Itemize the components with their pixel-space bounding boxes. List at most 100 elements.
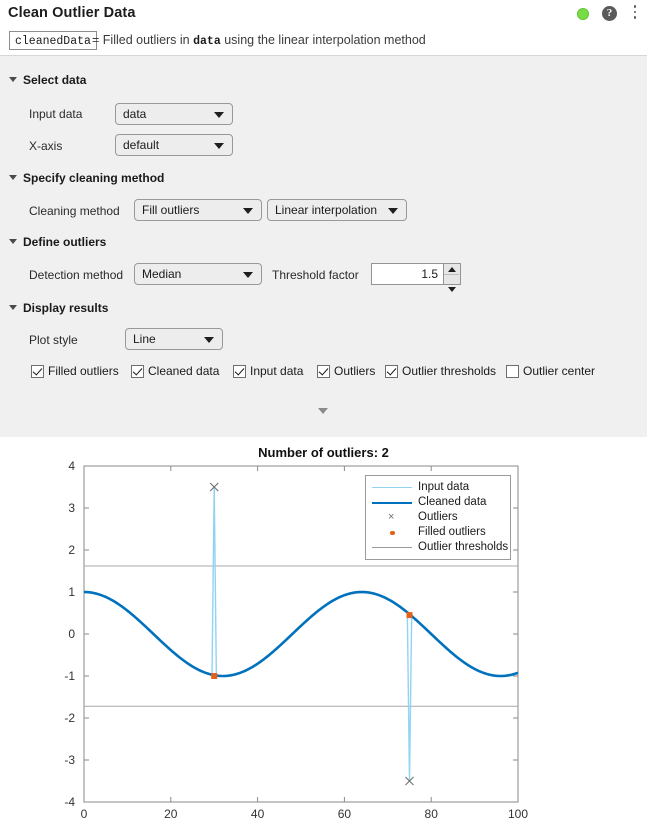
legend-symbol-line-icon [370, 495, 414, 510]
checkbox-label: Filled outliers [48, 364, 119, 378]
output-variable-field[interactable]: cleanedData [9, 31, 97, 50]
legend-label: Outliers [418, 511, 458, 523]
threshold-factor-label: Threshold factor [272, 268, 359, 282]
legend-symbol-line-icon [370, 480, 414, 495]
checkbox-box[interactable] [131, 365, 144, 378]
x-tick-label: 100 [508, 807, 528, 821]
x-axis-label: X-axis [29, 139, 63, 153]
x-tick-label: 20 [164, 807, 178, 821]
input-data-label: Input data [29, 107, 83, 121]
detection-method-label: Detection method [29, 268, 124, 282]
cleaned-data-line [83, 590, 519, 678]
legend-item: Outlier thresholds [366, 540, 510, 555]
y-tick-label: -4 [64, 795, 75, 809]
legend-symbol-x-marker-icon: × [388, 511, 395, 523]
status-indicator-icon [577, 8, 589, 20]
plot-style-dropdown[interactable]: Line [125, 328, 223, 350]
checkbox-box[interactable] [506, 365, 519, 378]
checkbox-label: Outliers [334, 364, 376, 378]
x-tick-label: 0 [81, 807, 88, 821]
chevron-down-icon [388, 208, 398, 214]
x-axis-value: default [123, 138, 160, 152]
checkbox-box[interactable] [233, 365, 246, 378]
legend-label: Filled outliers [418, 526, 486, 538]
filled-outlier-marker [406, 612, 413, 619]
section-header-select-data[interactable]: Select data [9, 73, 86, 87]
plot-style-label: Plot style [29, 333, 78, 347]
output-figure: Number of outliers: 2 0 20 40 60 80 100 -4 -3 -2… [0, 437, 647, 831]
checkbox-label: Cleaned data [148, 364, 220, 378]
checkbox-label: Outlier center [523, 364, 596, 378]
section-label-cleaning-method: Specify cleaning method [23, 171, 165, 185]
summary-text: = Filled outliers in data using the line… [92, 33, 426, 48]
section-label-display-results: Display results [23, 301, 109, 315]
y-tick-label: 1 [68, 585, 75, 599]
threshold-factor-input[interactable]: 1.5 [371, 263, 444, 285]
legend-item: Input data [366, 480, 510, 495]
y-tick-label: -1 [64, 669, 75, 683]
x-tick-label: 60 [338, 807, 352, 821]
detection-method-dropdown[interactable]: Median [134, 263, 262, 285]
panel-collapse-chevron-down-icon[interactable] [318, 408, 328, 414]
chart-legend: Input data Cleaned data × Outliers Filled ou… [365, 475, 511, 560]
chevron-down-icon [9, 175, 17, 181]
fill-method-dropdown[interactable]: Linear interpolation [267, 199, 407, 221]
x-tick-label: 80 [425, 807, 439, 821]
checkbox-box[interactable] [31, 365, 44, 378]
x-axis-dropdown[interactable]: default [115, 134, 233, 156]
stepper-down-icon[interactable] [448, 287, 456, 292]
input-data-value: data [123, 107, 147, 121]
clean-outlier-data-task-panel: Clean Outlier Data ? cleanedData = Fille… [0, 0, 647, 437]
section-header-cleaning-method[interactable]: Specify cleaning method [9, 171, 164, 185]
legend-label: Outlier thresholds [418, 541, 509, 553]
checkbox-label: Input data [250, 364, 304, 378]
detection-method-value: Median [142, 267, 182, 281]
summary-inline-code: data [193, 35, 221, 48]
section-label-select-data: Select data [23, 73, 87, 87]
outlier-plot: 0 20 40 60 80 100 -4 -3 -2 -1 0 1 2 3 4 [64, 459, 528, 821]
fill-method-value: Linear interpolation [275, 203, 378, 217]
cleaning-method-label: Cleaning method [29, 204, 120, 218]
help-icon[interactable]: ? [602, 6, 617, 21]
page-title: Clean Outlier Data [8, 5, 136, 21]
chevron-down-icon [9, 305, 17, 311]
y-tick-label: 2 [68, 543, 75, 557]
chevron-down-icon [204, 337, 214, 343]
y-tick-label: -3 [64, 753, 75, 767]
summary-text-after: using the linear interpolation method [224, 33, 426, 47]
chevron-down-icon [214, 112, 224, 118]
summary-text-before: Filled outliers in [102, 33, 190, 47]
input-data-dropdown[interactable]: data [115, 103, 233, 125]
kebab-menu-icon[interactable] [633, 5, 637, 22]
legend-item: × Outliers [366, 510, 510, 525]
task-summary-row: cleanedData = Filled outliers in data us… [0, 27, 647, 56]
legend-symbol-dot-icon [370, 525, 414, 540]
legend-item: Cleaned data [366, 495, 510, 510]
checkbox-box[interactable] [385, 365, 398, 378]
legend-symbol-line-icon [370, 540, 414, 555]
chevron-down-icon [243, 208, 253, 214]
plot-style-value: Line [133, 332, 156, 346]
x-tick-label: 40 [251, 807, 265, 821]
legend-label: Cleaned data [418, 496, 487, 508]
legend-label: Input data [418, 481, 470, 493]
y-tick-label: -2 [64, 711, 75, 725]
chevron-down-icon [9, 239, 17, 245]
threshold-factor-stepper[interactable] [444, 263, 461, 292]
chevron-down-icon [9, 77, 17, 83]
threshold-factor-value: 1.5 [421, 267, 438, 281]
cleaning-method-value: Fill outliers [142, 203, 200, 217]
task-titlebar: Clean Outlier Data ? [0, 0, 647, 27]
y-tick-label: 4 [68, 459, 75, 473]
filled-outlier-marker [211, 673, 218, 679]
chevron-down-icon [214, 143, 224, 149]
cleaning-method-dropdown[interactable]: Fill outliers [134, 199, 262, 221]
section-label-define-outliers: Define outliers [23, 235, 107, 249]
checkbox-box[interactable] [317, 365, 330, 378]
y-tick-label: 0 [68, 627, 75, 641]
stepper-up-icon[interactable] [448, 267, 456, 272]
section-header-define-outliers[interactable]: Define outliers [9, 235, 106, 249]
legend-item: Filled outliers [366, 525, 510, 540]
checkbox-label: Outlier thresholds [402, 364, 497, 378]
section-header-display-results[interactable]: Display results [9, 301, 108, 315]
